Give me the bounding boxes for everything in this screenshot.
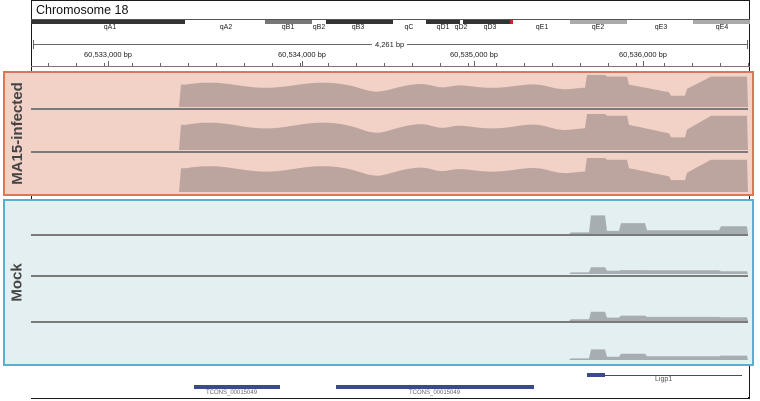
gene-tcons-left-label: TCONS_00015049 — [206, 390, 258, 396]
band-label-qB1: qB1 — [281, 24, 295, 31]
ruler-bottom-line — [31, 66, 750, 67]
coverage-area — [31, 114, 748, 150]
band-label-qC: qC — [404, 24, 414, 31]
band-label-qE2: qE2 — [591, 24, 605, 31]
coverage-track-mock-4[interactable] — [31, 326, 748, 360]
group-label-infected: MA15-infected — [8, 82, 26, 185]
coverage-track-mock-3[interactable] — [31, 285, 748, 321]
ruler-span-start — [33, 40, 34, 49]
coverage-area — [31, 311, 748, 321]
ruler-position-label: 60,536,000 bp — [619, 50, 667, 59]
coverage-track-infected-1[interactable] — [31, 73, 748, 107]
band-label-qA2: qA2 — [219, 24, 233, 31]
coverage-area — [31, 267, 748, 274]
track-separator — [31, 275, 748, 277]
coverage-track-mock-2[interactable] — [31, 240, 748, 274]
band-label-qE1: qE1 — [535, 24, 549, 31]
band-label-qB2: qB2 — [312, 24, 326, 31]
chromosome-title: Chromosome 18 — [36, 3, 129, 17]
gene-ligp1-label: Ligp1 — [655, 376, 673, 383]
coverage-track-infected-2[interactable] — [31, 112, 748, 150]
track-separator — [31, 234, 748, 236]
coverage-area — [31, 158, 748, 192]
ruler-span-end — [747, 40, 748, 49]
track-separator — [31, 321, 748, 323]
coverage-area — [31, 215, 748, 234]
track-separator — [31, 108, 748, 110]
ruler-position-label: 60,534,000 bp — [278, 50, 326, 59]
group-label-mock: Mock — [8, 263, 26, 302]
band-label-qA1: qA1 — [103, 24, 117, 31]
band-label-qD2: qD2 — [454, 24, 468, 31]
band-label-qE3: qE3 — [654, 24, 668, 31]
gene-tcons-left[interactable] — [194, 385, 280, 389]
gene-annotation-track[interactable]: Ligp1 TCONS_00015049 TCONS_00015049 — [31, 366, 748, 398]
band-label-qE4: qE4 — [715, 24, 729, 31]
track-separator — [31, 151, 748, 153]
ruler-position-label: 60,535,000 bp — [450, 50, 498, 59]
centromere-marker — [510, 20, 513, 24]
band-label-qB3: qB3 — [351, 24, 365, 31]
coverage-track-mock-1[interactable] — [31, 201, 748, 234]
gene-tcons-right[interactable] — [336, 385, 534, 389]
gene-ligp1-exon[interactable] — [587, 373, 605, 377]
gene-tcons-right-label: TCONS_00015049 — [409, 390, 461, 396]
band-label-qD3: qD3 — [483, 24, 497, 31]
ruler-position-label: 60,533,000 bp — [84, 50, 132, 59]
band-label-qD1: qD1 — [436, 24, 450, 31]
coverage-area — [31, 349, 748, 360]
ruler-span-label: 4,261 bp — [372, 40, 408, 49]
coverage-track-infected-3[interactable] — [31, 156, 748, 192]
coverage-area — [31, 75, 748, 107]
